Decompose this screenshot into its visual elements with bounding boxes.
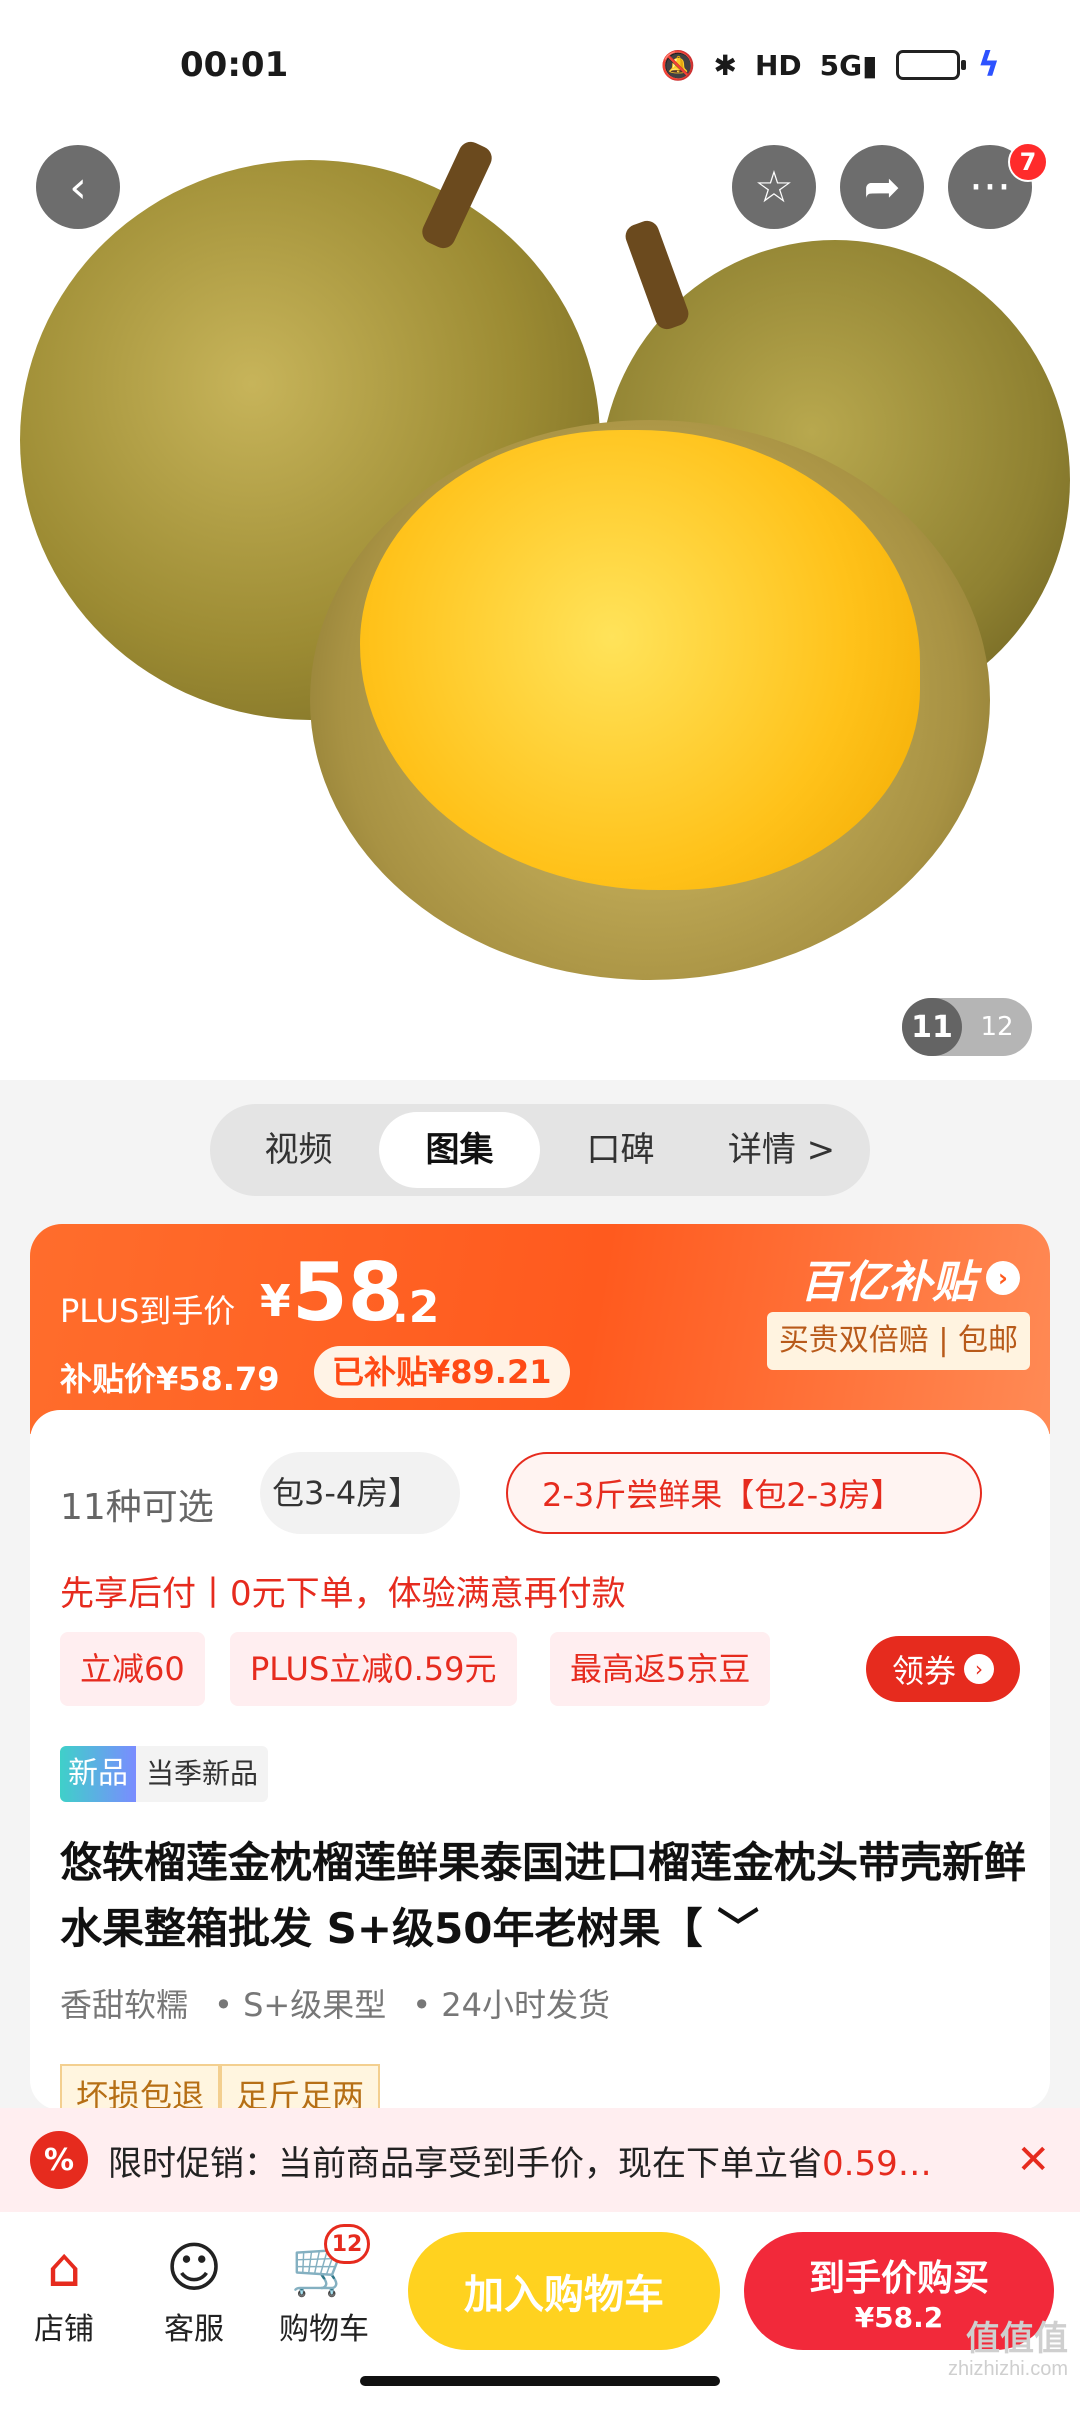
variant-count: 11种可选 bbox=[60, 1487, 214, 1528]
cart-label: 购物车 bbox=[279, 2312, 369, 2347]
close-icon[interactable]: ✕ bbox=[1016, 2137, 1050, 2183]
promotion-bar[interactable]: % 限时促销：当前商品享受到手价，现在下单立省0.59… ✕ bbox=[0, 2108, 1080, 2212]
product-title[interactable]: 悠轶榴莲金枕榴莲鲜果泰国进口榴莲金枕头带壳新鲜水果整箱批发 S+级50年老树果【… bbox=[60, 1830, 1040, 1962]
variant-option-selected[interactable]: 2-3斤尝鲜果【包2-3房】 bbox=[506, 1452, 982, 1534]
attribute: • S+级果型 bbox=[214, 1986, 387, 2024]
add-to-cart-button[interactable]: 加入购物车 bbox=[408, 2232, 720, 2350]
get-coupon-button[interactable]: 领券 › bbox=[866, 1636, 1020, 1702]
mute-icon: 🔕 bbox=[660, 48, 696, 82]
notification-badge: 7 bbox=[1008, 142, 1048, 182]
customer-service-button[interactable]: ☺ 客服 bbox=[134, 2232, 254, 2348]
share-icon: ➦ bbox=[863, 161, 901, 213]
buy-now-price: ¥58.2 bbox=[854, 2300, 944, 2334]
tab-reviews[interactable]: 口碑 bbox=[540, 1112, 701, 1188]
bluetooth-icon: ✱ bbox=[713, 48, 737, 82]
coupon-tag: 立减60 bbox=[60, 1632, 205, 1706]
status-bar: 00:01 🔕 ✱ HD 5G▮ ϟ bbox=[0, 0, 1080, 130]
store-icon: ⌂ bbox=[46, 2236, 82, 2299]
product-info-card: 11种可选 包3-4房】 2-3斤尝鲜果【包2-3房】 先享后付丨0元下单，体验… bbox=[30, 1410, 1050, 2124]
subsidy-program-title: 百亿补贴 bbox=[800, 1257, 976, 1308]
chat-icon: ☺ bbox=[165, 2236, 223, 2299]
image-counter-current: 11 bbox=[902, 998, 962, 1056]
buy-now-label: 到手价购买 bbox=[808, 2257, 989, 2299]
coupon-tag: 最高返5京豆 bbox=[550, 1632, 771, 1706]
price-currency: ¥ bbox=[260, 1276, 291, 1327]
product-image-gallery[interactable] bbox=[0, 0, 1080, 1080]
favorite-button[interactable]: ☆ bbox=[732, 145, 816, 229]
status-time: 00:01 bbox=[180, 45, 289, 85]
watermark-text: 值值值 bbox=[966, 2320, 1068, 2358]
watermark-url: zhizhizhi.com bbox=[947, 2358, 1068, 2380]
store-button[interactable]: ⌂ 店铺 bbox=[4, 2232, 124, 2348]
price-decimal: .2 bbox=[392, 1282, 440, 1333]
5g-signal-icon: 5G▮ bbox=[819, 48, 878, 82]
tab-gallery[interactable]: 图集 bbox=[379, 1112, 540, 1188]
discount-icon: % bbox=[30, 2131, 88, 2189]
watermark: 值值值 zhizhizhi.com bbox=[947, 2322, 1068, 2384]
chevron-right-icon: › bbox=[986, 1261, 1020, 1295]
attribute: • 24小时发货 bbox=[412, 1986, 610, 2024]
subsidy-program-link[interactable]: 百亿补贴 › bbox=[800, 1246, 1020, 1310]
star-icon: ☆ bbox=[754, 161, 794, 213]
tab-video[interactable]: 视频 bbox=[218, 1112, 379, 1188]
price-integer: 58 bbox=[292, 1246, 404, 1339]
subsidy-program-tag: 买贵双倍赔 | 包邮 bbox=[766, 1312, 1030, 1370]
variant-option[interactable]: 包3-4房】 bbox=[260, 1452, 460, 1534]
battery-icon bbox=[895, 50, 966, 80]
more-dots-icon: ··· bbox=[969, 161, 1011, 213]
chevron-right-icon: › bbox=[964, 1654, 994, 1684]
pay-later-info[interactable]: 先享后付丨0元下单，体验满意再付款 bbox=[60, 1566, 626, 1615]
promotion-save-amount: 0.59… bbox=[822, 2143, 932, 2184]
promotion-text: 限时促销：当前商品享受到手价，现在下单立省0.59… bbox=[108, 2136, 1000, 2185]
network-label: 5G bbox=[819, 48, 863, 82]
image-counter-total: 12 bbox=[980, 1012, 1014, 1042]
promotion-message: 限时促销：当前商品享受到手价，现在下单立省 bbox=[108, 2143, 822, 2184]
charging-icon: ϟ bbox=[977, 45, 1000, 85]
status-icons: 🔕 ✱ HD 5G▮ ϟ bbox=[661, 45, 1000, 85]
home-indicator[interactable] bbox=[360, 2376, 720, 2386]
tab-details[interactable]: 详情 > bbox=[701, 1112, 862, 1188]
plus-price-label: PLUS到手价 bbox=[60, 1292, 236, 1330]
product-attributes: 香甜软糯 • S+级果型 • 24小时发货 bbox=[60, 1980, 610, 2026]
get-coupon-label: 领券 bbox=[891, 1652, 956, 1690]
durian-stem bbox=[622, 217, 692, 333]
back-button[interactable]: ‹ bbox=[36, 145, 120, 229]
media-tabs: 视频 图集 口碑 详情 > bbox=[210, 1104, 870, 1196]
subsidized-amount: 已补贴¥89.21 bbox=[314, 1346, 570, 1398]
hd-icon: HD bbox=[754, 48, 802, 82]
price-banner: PLUS到手价 ¥ 58 .2 补贴价¥58.79 已补贴¥89.21 百亿补贴… bbox=[30, 1224, 1050, 1434]
subsidy-price: 补贴价¥58.79 bbox=[60, 1360, 280, 1398]
image-counter: 11 12 bbox=[902, 998, 1032, 1056]
coupon-tag: PLUS立减0.59元 bbox=[230, 1632, 517, 1706]
service-label: 客服 bbox=[164, 2312, 224, 2347]
new-tag-text: 当季新品 bbox=[136, 1746, 269, 1802]
attribute: 香甜软糯 bbox=[60, 1986, 189, 2024]
share-button[interactable]: ➦ bbox=[840, 145, 924, 229]
cart-count-badge: 12 bbox=[324, 2224, 370, 2264]
chevron-left-icon: ‹ bbox=[69, 161, 87, 213]
store-label: 店铺 bbox=[34, 2312, 94, 2347]
new-product-tag: 新品 当季新品 bbox=[60, 1746, 269, 1802]
new-tag-label: 新品 bbox=[60, 1746, 136, 1802]
